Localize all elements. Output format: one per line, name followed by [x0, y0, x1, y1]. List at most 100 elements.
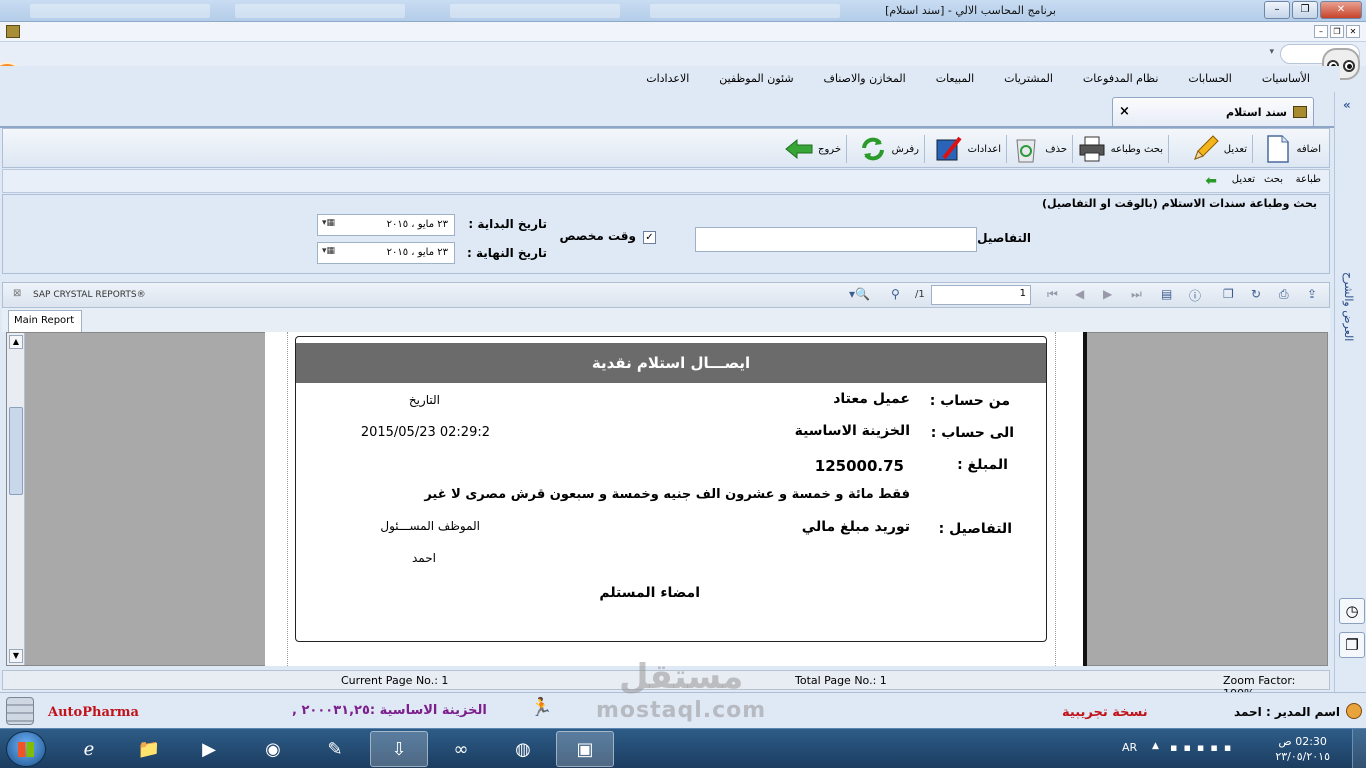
crystal-tabs: Main Report	[2, 308, 1330, 332]
prev-page-icon[interactable]: ◀	[1075, 287, 1084, 301]
tab-close-icon[interactable]: ×	[1119, 104, 1130, 119]
menu-accounts[interactable]: الحسابات	[1188, 72, 1231, 85]
group-tree-icon[interactable]: ▤	[1161, 287, 1172, 301]
menu-stores[interactable]: المخازن والاصناف	[824, 72, 906, 85]
clock[interactable]: 02:30 ص ٢٣/٠٥/٢٠١٥	[1275, 734, 1330, 764]
manager-name: اسم المدير : احمد	[1234, 705, 1340, 719]
search-print-button[interactable]: بحث وطباعه	[1077, 133, 1163, 165]
officer-label: الموظف المســـئول	[380, 519, 480, 533]
minimize-button[interactable]: –	[1264, 1, 1290, 19]
report-datetime: 2015/05/23 02:29:2	[360, 425, 490, 440]
print-tab[interactable]: طباعة	[1296, 174, 1321, 185]
start-date-value: ٢٣ مايو ، ٢٠١٥	[386, 219, 448, 230]
refresh-report-icon[interactable]: ↻	[1251, 287, 1261, 301]
language-indicator[interactable]: AR	[1122, 741, 1137, 754]
bs-app-icon[interactable]: ◉	[244, 731, 302, 767]
officer-name: احمد	[412, 551, 436, 565]
first-page-icon[interactable]: ⏮	[1047, 287, 1058, 302]
help-icon[interactable]: ⓘ	[1189, 287, 1201, 304]
main-toolbar: اضافه تعديل بحث وطباعه حذف اعدادات رفرش	[2, 128, 1330, 168]
database-icon	[6, 697, 34, 725]
tool-app-icon[interactable]: ✎	[306, 731, 364, 767]
custom-time-checkbox[interactable]: ✓	[643, 231, 656, 244]
download-manager-icon[interactable]: ⇩	[370, 731, 428, 767]
vertical-scrollbar[interactable]: ▲ ▼	[7, 333, 25, 665]
secondary-toolbar: طباعة بحث تعديل ⬅	[2, 169, 1330, 193]
end-date-label: تاريخ النهاية :	[467, 246, 547, 260]
printer-icon	[1077, 134, 1107, 164]
right-dock: « العرض والشرح ◷ ❐	[1334, 92, 1366, 692]
maximize-button[interactable]: ❐	[1292, 1, 1318, 19]
search-panel: بحث وطباعة سندات الاستلام (بالوقت او الت…	[2, 194, 1330, 274]
show-desktop-button[interactable]	[1352, 729, 1366, 768]
menu-settings[interactable]: الاعدادات	[646, 72, 689, 85]
start-date-label: تاريخ البداية :	[468, 217, 547, 231]
menu-basics[interactable]: الأساسيات	[1262, 72, 1310, 85]
menu-sales[interactable]: المبيعات	[936, 72, 974, 85]
edit-tab[interactable]: تعديل	[1232, 174, 1255, 185]
edit-button[interactable]: تعديل	[1190, 133, 1247, 165]
file-explorer-icon[interactable]: 📁	[120, 731, 178, 767]
window-title-bar: برنامج المحاسب الالي - [سند استلام] – ❐ …	[0, 0, 1366, 22]
signature-label: امضاء المستلم	[599, 585, 700, 601]
scroll-down-icon[interactable]: ▼	[9, 649, 23, 663]
collapse-arrows-icon[interactable]: «	[1343, 98, 1351, 112]
clock-date: ٢٣/٠٥/٢٠١٥	[1275, 750, 1330, 763]
add-button[interactable]: اضافه	[1263, 133, 1321, 165]
tray-icons[interactable]: ▪▪▪▪▪	[1170, 741, 1237, 754]
zoom-icon[interactable]: ▾🔍	[849, 287, 870, 301]
menu-payments[interactable]: نظام المدفوعات	[1083, 72, 1159, 85]
export-icon[interactable]: ⇪	[1307, 287, 1317, 301]
internet-explorer-icon[interactable]: ℯ	[60, 731, 118, 767]
search-panel-title: بحث وطباعة سندات الاستلام (بالوقت او الت…	[1041, 197, 1317, 210]
menu-purchases[interactable]: المشتريات	[1004, 72, 1053, 85]
dropdown-arrow-icon[interactable]: ▾	[1269, 47, 1274, 57]
close-panel-icon[interactable]: ⊠	[13, 288, 21, 299]
find-binoculars-icon[interactable]: ⚲	[891, 287, 900, 301]
menu-employees[interactable]: شئون الموظفين	[719, 72, 793, 85]
tab-receipt[interactable]: سند استلام ×	[1112, 97, 1314, 126]
details-label: التفاصيل	[977, 231, 1031, 245]
scroll-thumb[interactable]	[9, 407, 23, 495]
to-account-label: الى حساب :	[930, 425, 1014, 441]
mdi-strip: – ❐ ✕	[0, 22, 1366, 42]
print-report-icon[interactable]: ⎙	[1279, 287, 1289, 302]
calendar-dropdown-icon[interactable]: ▦▾	[322, 246, 335, 256]
start-date-picker[interactable]: ٢٣ مايو ، ٢٠١٥ ▦▾	[317, 214, 455, 236]
mdi-close-button[interactable]: ✕	[1346, 25, 1360, 38]
calendar-dropdown-icon[interactable]: ▦▾	[322, 218, 335, 228]
clock-icon[interactable]: ◷	[1339, 598, 1365, 624]
pencil-icon	[1190, 134, 1220, 164]
last-page-icon[interactable]: ⏭	[1131, 287, 1142, 302]
search-tab[interactable]: بحث	[1264, 174, 1283, 185]
windows-icon[interactable]: ❐	[1339, 632, 1365, 658]
exit-button[interactable]: خروج	[784, 133, 841, 165]
back-arrow-icon[interactable]: ⬅	[1205, 173, 1217, 189]
media-player-icon[interactable]: ▶	[180, 731, 238, 767]
end-date-picker[interactable]: ٢٣ مايو ، ٢٠١٥ ▦▾	[317, 242, 455, 264]
tab-main-report[interactable]: Main Report	[8, 310, 82, 332]
details-input[interactable]	[695, 227, 977, 252]
refresh-button[interactable]: رفرش	[858, 133, 919, 165]
accountant-app-icon[interactable]: ▣	[556, 731, 614, 767]
show-hidden-icons-icon[interactable]: ▲	[1152, 741, 1159, 751]
mdi-minimize-button[interactable]: –	[1314, 25, 1328, 38]
page-number-input[interactable]: 1	[931, 285, 1031, 305]
firefox-icon[interactable]: ◍	[494, 731, 552, 767]
copy-icon[interactable]: ❐	[1223, 287, 1234, 301]
amount-in-words: فقط مائة و خمسة و عشرون الف جنيه وخمسة و…	[424, 487, 910, 502]
close-button[interactable]: ✕	[1320, 1, 1362, 19]
dock-label[interactable]: العرض والشرح	[1342, 272, 1355, 341]
amount-value: 125000.75	[814, 457, 904, 475]
scroll-up-icon[interactable]: ▲	[9, 335, 23, 349]
settings-button[interactable]: اعدادات	[934, 133, 1001, 165]
next-page-icon[interactable]: ▶	[1103, 287, 1112, 301]
from-account-label: من حساب :	[929, 393, 1010, 409]
infinity-app-icon[interactable]: ∞	[432, 731, 490, 767]
start-button[interactable]	[6, 731, 46, 767]
settings-pen-book-icon	[934, 134, 964, 164]
delete-button[interactable]: حذف	[1011, 133, 1067, 165]
app-icon[interactable]	[6, 25, 20, 38]
background-tab-ghost	[235, 4, 405, 18]
mdi-restore-button[interactable]: ❐	[1330, 25, 1344, 38]
